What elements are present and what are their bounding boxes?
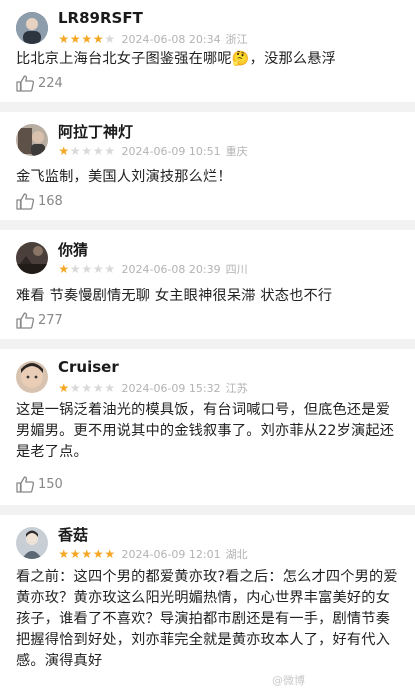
review-date: 2024-06-08 20:34 [121,32,221,46]
avatar[interactable] [16,361,48,393]
review-location: 湖北 [225,548,248,561]
star-icon: ★ [92,547,104,561]
review-meta: ★ ★ ★ ★ ★ 2024-06-09 10:51 重庆 [58,144,248,159]
review-text: 比北京上海台北女子图鉴强在哪呢🤔，没那么悬浮 [16,51,337,67]
star-icon: ★ [81,547,93,561]
rating-stars: ★ ★ ★ ★ ★ [58,263,116,275]
avatar[interactable] [16,242,48,274]
rating-stars: ★ ★ ★ ★ ★ [58,145,116,157]
like-button[interactable]: 224 [16,75,63,92]
review-location: 重庆 [225,145,248,158]
star-icon: ★ [104,381,116,395]
star-icon: ★ [92,381,104,395]
thumbs-up-icon [16,75,34,92]
rating-stars: ★ ★ ★ ★ ★ [58,382,116,394]
star-icon: ★ [81,381,93,395]
review-meta: ★ ★ ★ ★ ★ 2024-06-08 20:34 浙江 [58,32,248,47]
thumbs-up-icon [16,312,34,329]
review-date: 2024-06-09 15:32 [121,381,221,395]
review-text: 难看 节奏慢剧情无聊 女主眼神很呆滞 状态也不行 [16,288,333,304]
review-location: 江苏 [225,382,248,395]
review-meta: ★ ★ ★ ★ ★ 2024-06-09 12:01 湖北 [58,547,248,562]
review-location: 浙江 [225,33,248,46]
star-icon: ★ [58,32,70,46]
star-icon: ★ [104,262,116,276]
like-button[interactable]: 168 [16,193,63,210]
thumbs-up-icon [16,476,34,493]
star-icon: ★ [58,262,70,276]
like-button[interactable]: 150 [16,476,63,493]
review-date: 2024-06-08 20:39 [121,262,221,276]
like-count: 150 [38,477,63,492]
avatar[interactable] [16,12,48,44]
star-icon: ★ [69,262,81,276]
user-name[interactable]: 阿拉丁神灯 [58,121,133,142]
star-icon: ★ [58,547,70,561]
user-name[interactable]: LR89RSFT [58,9,143,27]
star-icon: ★ [58,144,70,158]
star-icon: ★ [69,547,81,561]
like-button[interactable]: 277 [16,312,63,329]
divider [0,505,415,515]
star-icon: ★ [58,381,70,395]
rating-stars: ★ ★ ★ ★ ★ [58,548,116,560]
star-icon: ★ [92,32,104,46]
star-icon: ★ [104,547,116,561]
star-icon: ★ [104,144,116,158]
like-count: 277 [38,313,63,328]
user-name[interactable]: Cruiser [58,358,119,376]
star-icon: ★ [104,32,116,46]
review-date: 2024-06-09 12:01 [121,547,221,561]
review-text: 看之前：这四个男的都爱黄亦玫?看之后：怎么才四个男的爱黄亦玫？黄亦玫这么阳光明媚… [16,569,398,669]
avatar[interactable] [16,527,48,559]
star-icon: ★ [81,262,93,276]
star-icon: ★ [92,262,104,276]
rating-stars: ★ ★ ★ ★ ★ [58,33,116,45]
divider [0,102,415,112]
review-location: 四川 [225,263,248,276]
review-text: 金飞监制，美国人刘演技那么烂！ [16,169,232,185]
review-date: 2024-06-09 10:51 [121,144,221,158]
thumbs-up-icon [16,193,34,210]
star-icon: ★ [81,32,93,46]
star-icon: ★ [92,144,104,158]
review-meta: ★ ★ ★ ★ ★ 2024-06-09 15:32 江苏 [58,381,248,396]
avatar[interactable] [16,124,48,156]
star-icon: ★ [69,32,81,46]
star-icon: ★ [69,381,81,395]
divider [0,339,415,349]
user-name[interactable]: 你猜 [58,239,88,260]
like-count: 168 [38,194,63,209]
review-meta: ★ ★ ★ ★ ★ 2024-06-08 20:39 四川 [58,262,248,277]
watermark: @微博 [272,674,305,687]
star-icon: ★ [69,144,81,158]
like-count: 224 [38,76,63,91]
user-name[interactable]: 香菇 [58,524,88,545]
review-text: 这是一锅泛着油光的模具饭，有台词喊口号，但底色还是爱男媚男。更不用说其中的金钱叙… [16,402,395,460]
divider [0,220,415,230]
star-icon: ★ [81,144,93,158]
